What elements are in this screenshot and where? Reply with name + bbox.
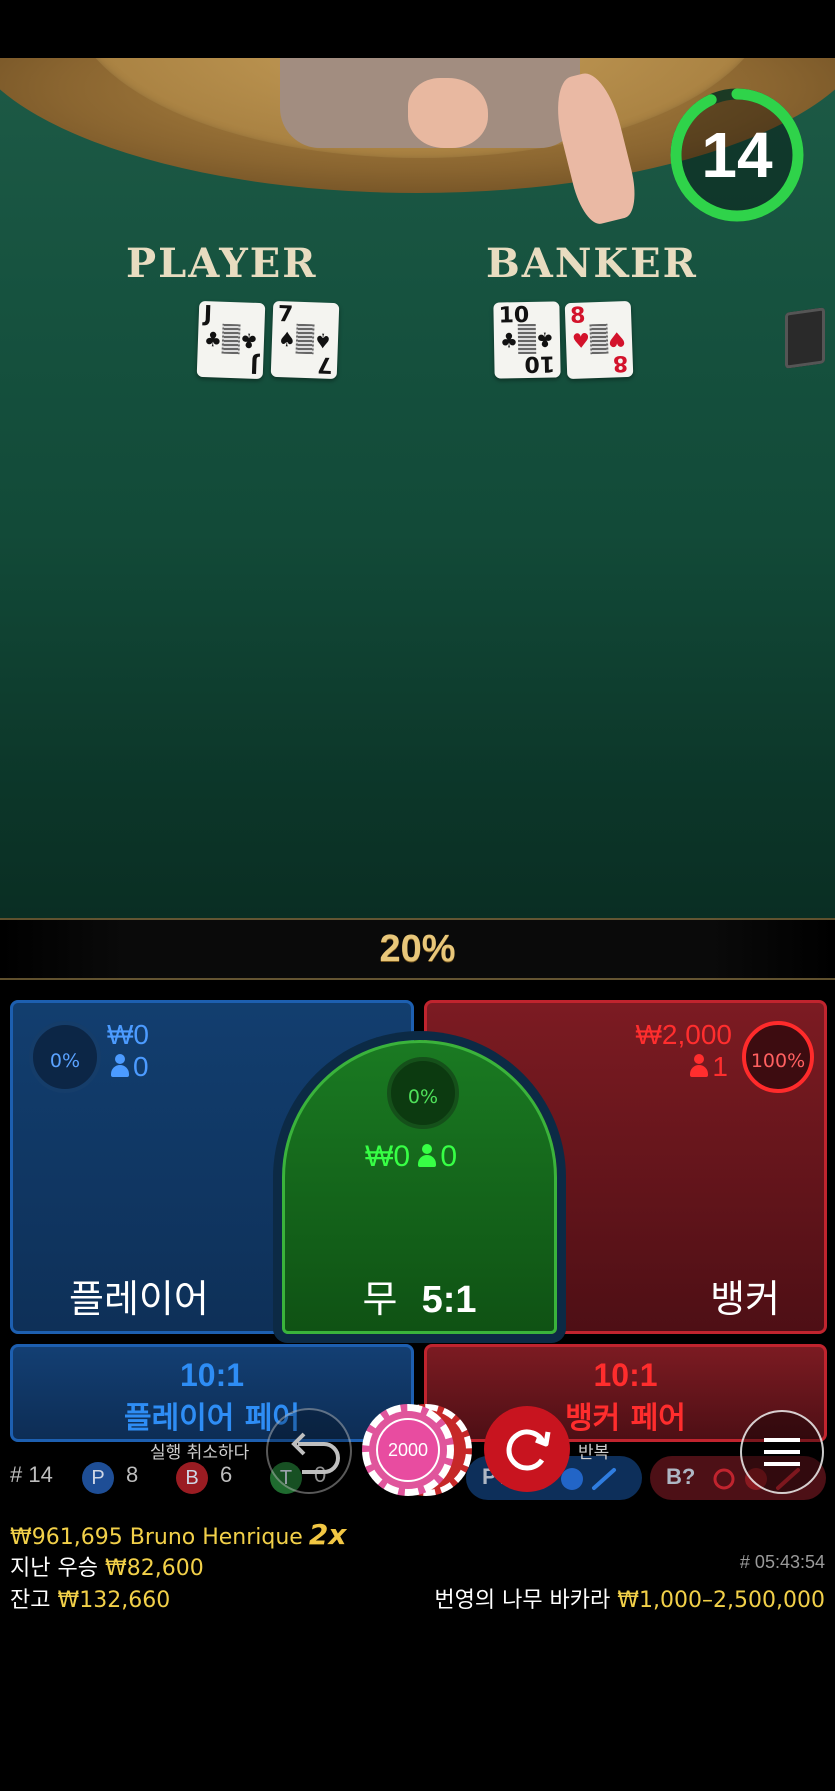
last-win: 지난 우승 ₩82,600 xyxy=(10,1556,204,1581)
player-bet-amount: ₩0 xyxy=(107,1019,149,1050)
player-wins-badge: P xyxy=(82,1462,114,1494)
undo-button[interactable] xyxy=(266,1408,352,1494)
banker-bet-percentage: 100% xyxy=(742,1021,814,1093)
dealer-hand-left xyxy=(408,78,488,148)
hamburger-menu-icon xyxy=(764,1438,800,1466)
person-icon xyxy=(690,1054,709,1078)
table-info[interactable]: 번영의 나무 바카라 ₩1,000–2,500,000 xyxy=(434,1582,825,1614)
menu-button[interactable] xyxy=(740,1410,824,1494)
person-icon xyxy=(418,1144,437,1168)
banker-wins-count: 6 xyxy=(220,1462,233,1487)
balance: 잔고 ₩132,660 xyxy=(10,1588,171,1613)
player-card-1: J ♣ ♣ J xyxy=(196,300,266,380)
banker-pair-odds: 10:1 xyxy=(593,1357,658,1393)
repeat-icon xyxy=(506,1429,551,1471)
tie-bet-amount: ₩0 0 xyxy=(365,1140,458,1173)
player-table-label: PLAYER xyxy=(126,240,318,287)
info-panel: ₩961,695 Bruno Henrique 2x 지난 우승 ₩82,600 … xyxy=(0,1512,835,1622)
undo-label: 실행 취소하다 xyxy=(150,1443,250,1463)
person-icon xyxy=(111,1054,129,1078)
banker-table-label: BANKER xyxy=(486,240,698,287)
tie-bet-percentage: 0% xyxy=(387,1057,459,1129)
chip-value: 2000 xyxy=(376,1418,440,1482)
betting-grid: 0% ₩0 0 플레이어 100% ₩2,000 1 뱅커 0% ₩0 0 무 … xyxy=(0,996,835,1446)
tie-bet-label: 무 5:1 xyxy=(362,1277,477,1321)
banker-bet-amount: ₩2,000 xyxy=(635,1019,733,1050)
banker-wins-badge: B xyxy=(176,1462,208,1494)
banker-bet-label: 뱅커 xyxy=(710,1277,780,1321)
banker-bettor-count: 1 xyxy=(690,1051,728,1083)
repeat-label: 반복 xyxy=(578,1443,610,1463)
timer-value: 14 xyxy=(701,119,773,191)
player-bet-percentage: 0% xyxy=(29,1021,101,1093)
multiplier-value: 20% xyxy=(379,928,456,970)
card-shoe xyxy=(785,307,825,369)
tie-bet-spot[interactable]: 0% ₩0 0 무 5:1 xyxy=(282,1040,557,1334)
round-number: # 14 xyxy=(10,1462,53,1487)
banker-card-1: 10 ♣ ♣ 10 xyxy=(493,301,561,379)
multiplier-bar: 20% xyxy=(0,918,835,980)
player-bet-label: 플레이어 xyxy=(69,1277,209,1321)
player-wins-count: 8 xyxy=(126,1462,139,1487)
banker-card-2: 8 ♥ ♥ 8 xyxy=(564,300,634,380)
round-clock: # 05:43:54 xyxy=(739,1552,825,1572)
big-winner-ticker: ₩961,695 Bruno Henrique 2x xyxy=(10,1518,347,1551)
undo-icon xyxy=(291,1432,340,1474)
repeat-button[interactable] xyxy=(484,1406,570,1492)
countdown-timer: 14 xyxy=(668,86,806,224)
player-card-2: 7 ♠ ♠ 7 xyxy=(270,300,340,380)
player-pair-odds: 10:1 xyxy=(179,1357,245,1393)
player-bettor-count: 0 xyxy=(111,1051,149,1083)
chip-selector[interactable]: 2000 xyxy=(362,1404,472,1496)
